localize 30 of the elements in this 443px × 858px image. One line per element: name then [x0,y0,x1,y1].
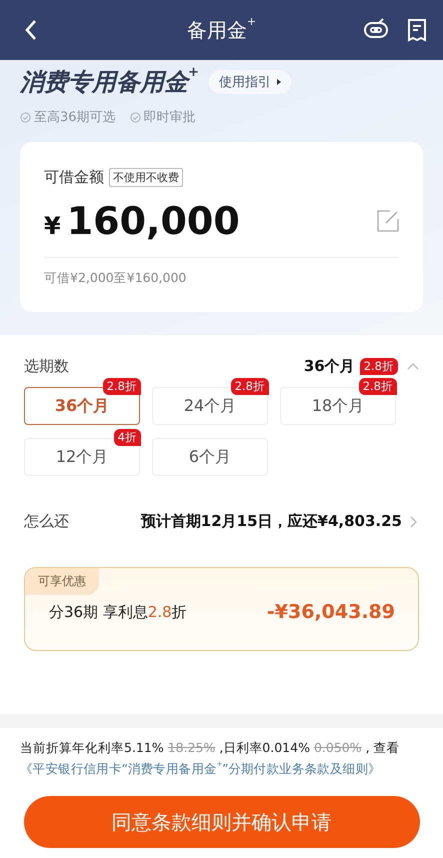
discount-amount: -¥36,043.89 [266,601,395,623]
repay-value[interactable]: 预计首期12月15日，应还¥4,803.25 [140,512,402,531]
range-text: 可借¥2,000至¥160,000 [44,257,399,287]
discount-badge: 2.8折 [230,378,269,395]
back-button[interactable] [24,19,38,41]
discount-badge: 4折 [114,429,141,446]
term-summary: 36个月 [304,357,355,376]
product-title: 消费专用备用金$^{+}$ [20,66,200,98]
feature-text: 即时审批 [144,109,196,126]
term-option[interactable]: 6个月 [152,438,268,476]
discount-text: 分36期 享利息2.8折 [49,602,187,622]
feature-text: 至高36期可选 [34,109,116,126]
amount-label: 可借金额 [44,168,104,187]
term-label: 选期数 [24,357,69,376]
discount-badge: 2.8折 [360,358,398,375]
check-icon [130,112,141,122]
terms-link[interactable]: 《平安银行信用卡“消费专用备用金$^{+}$”分期付款业务条款及细则》 [20,761,423,778]
discount-tag: 可享优惠 [25,568,99,595]
discount-badge: 2.8折 [358,378,397,395]
page-title: 备用金$^{+}$ [186,16,258,44]
check-icon [20,112,31,122]
discount-badge: 2.8折 [102,378,141,395]
currency-sign: ¥ [44,212,61,240]
rate-note: 当前折算年化利率5.11% 18.25% ,日利率0.014% 0.050% , 查看 [20,740,401,757]
repay-label: 怎么还 [24,512,69,531]
guide-button[interactable]: 使用指引 [209,70,292,94]
caret-icon [277,79,282,85]
receipt-icon[interactable] [407,18,427,42]
amount-value[interactable]: 160,000 [66,199,240,243]
fee-tag: 不使用不收费 [109,168,183,187]
